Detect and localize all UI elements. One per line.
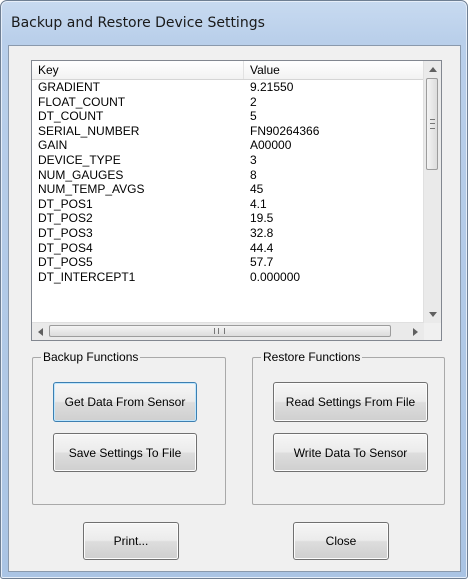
row-value: 2 xyxy=(250,94,257,109)
list-row[interactable]: DT_POS1 4.1 xyxy=(32,197,424,212)
row-value: A00000 xyxy=(250,138,292,153)
list-row[interactable]: GAIN A00000 xyxy=(32,138,424,153)
list-row[interactable]: DT_POS2 19.5 xyxy=(32,211,424,226)
list-row[interactable]: SERIAL_NUMBER FN90264366 xyxy=(32,124,424,139)
row-value: 9.21550 xyxy=(250,80,294,94)
row-key: DT_INTERCEPT1 xyxy=(38,269,136,284)
row-value: 44.4 xyxy=(250,240,274,255)
row-value: 4.1 xyxy=(250,196,267,211)
list-row[interactable]: NUM_GAUGES 8 xyxy=(32,168,424,183)
list-row[interactable]: DT_POS5 57.7 xyxy=(32,255,424,270)
row-key: DT_POS5 xyxy=(38,255,93,270)
vertical-scrollbar[interactable] xyxy=(423,61,441,323)
restore-functions-label: Restore Functions xyxy=(261,350,363,364)
row-key: FLOAT_COUNT xyxy=(38,94,126,109)
read-settings-from-file-button[interactable]: Read Settings From File xyxy=(273,382,428,422)
row-key: DEVICE_TYPE xyxy=(38,152,121,167)
horizontal-scrollbar[interactable] xyxy=(32,322,424,340)
row-key: DT_POS1 xyxy=(38,196,93,211)
backup-functions-group: Backup Functions Get Data From Sensor Sa… xyxy=(32,350,226,505)
row-value: 32.8 xyxy=(250,225,274,240)
list-row[interactable]: DT_POS3 32.8 xyxy=(32,226,424,241)
dialog-client-area: Key Value GRADIENT 9.21550 FLOAT_COUNT 2 D… xyxy=(8,45,461,572)
row-key: DT_POS2 xyxy=(38,211,93,226)
grip-icon xyxy=(214,328,225,334)
row-key: DT_COUNT xyxy=(38,109,104,124)
list-row[interactable]: DT_INTERCEPT1 0.000000 xyxy=(32,270,424,285)
list-header: Key Value xyxy=(32,61,424,80)
row-value: 8 xyxy=(250,167,257,182)
row-key: GRADIENT xyxy=(38,80,101,94)
horizontal-scroll-thumb[interactable] xyxy=(49,325,391,337)
scroll-right-arrow-icon[interactable] xyxy=(407,323,424,340)
row-key: GAIN xyxy=(38,138,68,153)
row-value: 57.7 xyxy=(250,255,274,270)
column-header-key[interactable]: Key xyxy=(32,61,244,79)
list-row[interactable]: GRADIENT 9.21550 xyxy=(32,80,424,95)
window-title: Backup and Restore Device Settings xyxy=(11,15,265,31)
row-value: 3 xyxy=(250,152,257,167)
list-rows: GRADIENT 9.21550 FLOAT_COUNT 2 DT_COUNT 5 S… xyxy=(32,80,424,284)
close-button[interactable]: Close xyxy=(293,522,389,560)
scroll-left-arrow-icon[interactable] xyxy=(32,323,49,340)
list-row[interactable]: FLOAT_COUNT 2 xyxy=(32,95,424,110)
settings-list[interactable]: Key Value GRADIENT 9.21550 FLOAT_COUNT 2 D… xyxy=(31,60,442,341)
row-value: FN90264366 xyxy=(250,123,320,138)
column-header-value[interactable]: Value xyxy=(244,61,424,79)
restore-functions-group: Restore Functions Read Settings From Fil… xyxy=(252,350,445,505)
get-data-from-sensor-button[interactable]: Get Data From Sensor xyxy=(53,382,197,422)
row-key: DT_POS4 xyxy=(38,240,93,255)
row-value: 0.000000 xyxy=(250,269,301,284)
row-key: NUM_GAUGES xyxy=(38,167,124,182)
scroll-down-arrow-icon[interactable] xyxy=(424,306,441,323)
list-row[interactable]: DT_COUNT 5 xyxy=(32,109,424,124)
scroll-corner xyxy=(424,323,441,340)
list-row[interactable]: NUM_TEMP_AVGS 45 xyxy=(32,182,424,197)
scroll-up-arrow-icon[interactable] xyxy=(424,61,441,78)
backup-functions-label: Backup Functions xyxy=(41,350,141,364)
dialog-window: Backup and Restore Device Settings Key V… xyxy=(0,0,468,579)
write-data-to-sensor-button[interactable]: Write Data To Sensor xyxy=(273,433,428,472)
row-value: 45 xyxy=(250,182,264,197)
row-value: 5 xyxy=(250,109,257,124)
row-key: SERIAL_NUMBER xyxy=(38,123,140,138)
list-row[interactable]: DT_POS4 44.4 xyxy=(32,241,424,256)
row-key: NUM_TEMP_AVGS xyxy=(38,182,145,197)
grip-icon xyxy=(430,119,435,129)
save-settings-to-file-button[interactable]: Save Settings To File xyxy=(53,433,197,472)
row-key: DT_POS3 xyxy=(38,225,93,240)
row-value: 19.5 xyxy=(250,211,274,226)
print-button[interactable]: Print... xyxy=(83,522,179,560)
vertical-scroll-thumb[interactable] xyxy=(426,78,438,170)
list-row[interactable]: DEVICE_TYPE 3 xyxy=(32,153,424,168)
